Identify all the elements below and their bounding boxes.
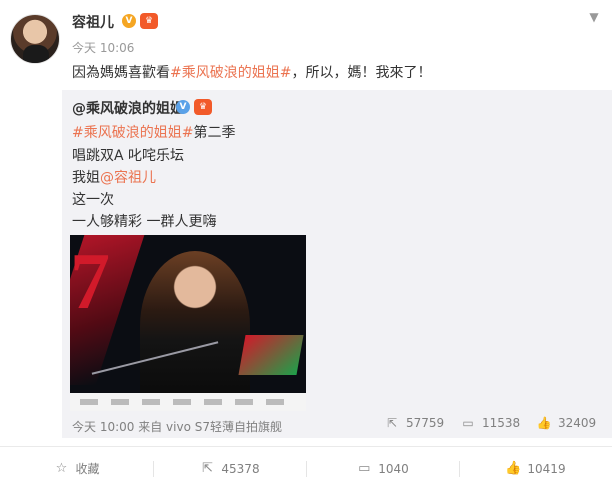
repost-author[interactable]: @乘风破浪的姐姐: [72, 98, 184, 118]
comment-icon: ▭: [358, 461, 371, 476]
repost-line-1: #乘风破浪的姐姐#第二季: [72, 122, 235, 142]
repost-line-1-text: 第二季: [193, 125, 236, 141]
like-count: 32409: [558, 416, 597, 430]
share-icon: ⇱: [201, 461, 213, 476]
comment-icon: ▭: [462, 416, 474, 430]
chevron-down-icon[interactable]: ▼: [586, 10, 602, 24]
like-button[interactable]: 👍 10419: [459, 447, 612, 489]
favorite-label: 收藏: [75, 462, 100, 476]
repost-meta[interactable]: 今天 10:00 来自 vivo S7轻薄自拍旗舰: [72, 418, 282, 435]
repost-line-3-text: 我姐: [72, 170, 100, 186]
comment-count: 11538: [482, 416, 521, 430]
member-badge-icon: ♛: [194, 99, 212, 115]
topic-link[interactable]: #乘风破浪的姐姐#: [170, 65, 291, 81]
like-total: 10419: [527, 461, 566, 476]
like-count-button[interactable]: 👍 32409: [536, 416, 597, 430]
thumbs-up-icon: 👍: [536, 416, 552, 430]
repost-line-5: 一人够精彩 一群人更嗨: [72, 214, 217, 230]
star-icon: ☆: [55, 461, 68, 476]
thumbs-up-icon: 👍: [505, 461, 522, 476]
repost-button[interactable]: ⇱ 45378: [153, 447, 306, 489]
poster-image[interactable]: 7: [70, 235, 306, 411]
action-bar: ☆ 收藏 ⇱ 45378 ▭ 1040 👍 10419: [0, 446, 612, 489]
member-badge-icon: ♛: [140, 13, 158, 29]
post-text: 因為媽媽喜歡看#乘风破浪的姐姐#，所以，媽！我來了！: [72, 62, 431, 82]
comment-button[interactable]: ▭ 1040: [306, 447, 459, 489]
share-icon: ⇱: [386, 416, 398, 430]
verified-icon: V: [122, 14, 136, 28]
comment-count-button[interactable]: ▭ 11538: [460, 416, 520, 430]
mention-link[interactable]: @容祖儿: [100, 170, 156, 186]
repost-topic-link[interactable]: #乘风破浪的姐姐#: [72, 125, 193, 141]
repost-count-button[interactable]: ⇱ 57759: [384, 416, 444, 430]
repost-total: 45378: [221, 461, 260, 476]
repost-card: @乘风破浪的姐姐 V ♛ #乘风破浪的姐姐#第二季 唱跳双A 叱咤乐坛 我姐@容…: [62, 90, 612, 438]
comment-total: 1040: [378, 461, 409, 476]
repost-line-2: 唱跳双A 叱咤乐坛: [72, 148, 185, 164]
post-time[interactable]: 今天 10:06: [72, 39, 134, 56]
repost-count: 57759: [406, 416, 445, 430]
favorite-button[interactable]: ☆ 收藏: [0, 447, 153, 489]
post-text-after: ，所以，媽！我來了！: [291, 65, 432, 81]
verified-icon: V: [176, 100, 190, 114]
author-name[interactable]: 容祖儿: [72, 12, 114, 32]
repost-line-4: 这一次: [72, 192, 114, 208]
avatar[interactable]: [10, 14, 60, 64]
post-text-before: 因為媽媽喜歡看: [72, 65, 170, 81]
repost-line-3: 我姐@容祖儿: [72, 167, 156, 187]
